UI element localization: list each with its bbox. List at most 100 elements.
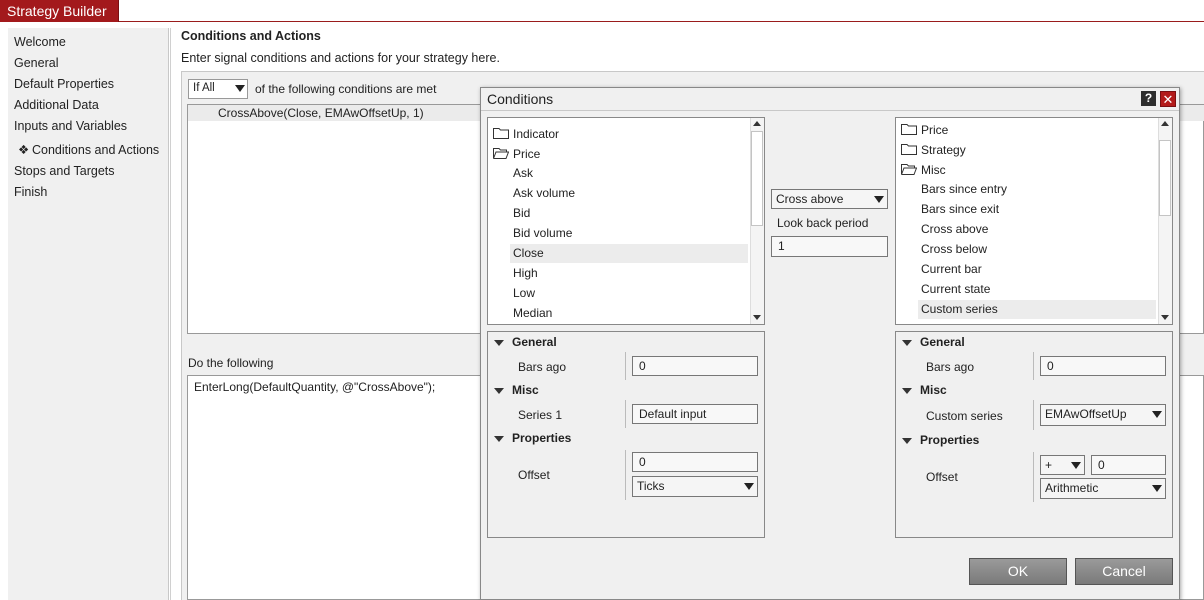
chevron-down-icon [744,483,754,490]
list-item-low[interactable]: Low [513,286,535,300]
offset-input[interactable]: 0 [632,452,758,472]
nav-item-finish[interactable]: Finish [14,185,47,199]
list-item-bars-since-exit[interactable]: Bars since exit [921,202,999,216]
scroll-up-icon[interactable] [753,121,761,126]
nav-item-inputs-and-variables[interactable]: Inputs and Variables [14,119,127,133]
list-item-high[interactable]: High [513,266,538,280]
collapse-triangle-icon[interactable] [494,340,504,346]
bars-ago-input[interactable]: 0 [632,356,758,376]
nav-item-additional-data[interactable]: Additional Data [14,98,99,112]
nav-item-label: Additional Data [14,98,99,112]
nav-item-label: Default Properties [14,77,115,91]
category-properties: Properties [512,431,572,445]
collapse-triangle-icon[interactable] [494,436,504,442]
offset-type-value: Arithmetic [1045,481,1099,495]
condition-row-text: CrossAbove(Close, EMAwOffsetUp, 1) [218,106,424,120]
list-item-strategy[interactable]: Strategy [901,143,966,157]
list-item-misc[interactable]: Misc [901,163,946,177]
bars-ago-input[interactable]: 0 [1040,356,1166,376]
offset-sign-select[interactable]: + [1040,455,1085,475]
list-item-close[interactable]: Close [513,246,544,260]
condition-mode-suffix: of the following conditions are met [255,82,437,96]
collapse-triangle-icon[interactable] [494,388,504,394]
scroll-down-icon[interactable] [1161,315,1169,320]
condition-mode-select[interactable]: If All [188,79,248,99]
nav-item-label: Inputs and Variables [14,119,128,133]
list-item-ask[interactable]: Ask [513,166,533,180]
offset-input[interactable]: 0 [1091,455,1166,475]
bars-ago-label: Bars ago [518,360,567,374]
offset-sign-value: + [1045,458,1053,472]
category-properties: Properties [920,433,980,447]
scroll-thumb[interactable] [751,131,763,226]
ok-button[interactable]: OK [969,558,1067,585]
property-divider [625,400,626,428]
collapse-triangle-icon[interactable] [902,438,912,444]
nav-item-default-properties[interactable]: Default Properties [14,77,114,91]
bars-ago-label: Bars ago [926,360,975,374]
list-item-label: Misc [921,163,946,177]
list-item-median[interactable]: Median [513,306,552,320]
list-item-price[interactable]: Price [493,147,540,161]
nav-divider [170,28,171,600]
list-item-price[interactable]: Price [901,123,948,137]
folder-icon [493,128,509,139]
nav-item-label: Welcome [14,35,66,49]
nav-item-stops-and-targets[interactable]: Stops and Targets [14,164,115,178]
chevron-down-icon [874,196,884,203]
list-item-ask-volume[interactable]: Ask volume [513,186,575,200]
list-item-cross-above[interactable]: Cross above [921,222,988,236]
condition-mode-value: If All [193,82,215,94]
list-item-bars-since-entry[interactable]: Bars since entry [921,182,1007,196]
list-item-bid[interactable]: Bid [513,206,530,220]
cancel-button[interactable]: Cancel [1075,558,1173,585]
nav-item-label: General [14,56,59,70]
action-row-text: EnterLong(DefaultQuantity, @"CrossAbove"… [194,380,436,394]
series-input[interactable]: Default input [632,404,758,424]
collapse-triangle-icon[interactable] [902,340,912,346]
nav-item-welcome[interactable]: Welcome [14,35,66,49]
operator-select[interactable]: Cross above [771,189,888,209]
app-title: Strategy Builder [7,3,107,19]
active-bullet-icon: ❖ [18,143,30,157]
property-divider [1033,352,1034,380]
category-misc: Misc [920,383,947,397]
list-item-current-state[interactable]: Current state [921,282,990,296]
list-item-label: Price [921,123,949,137]
custom-series-label: Custom series [926,409,1003,423]
nav-item-general[interactable]: General [14,56,58,70]
folder-open-icon [493,148,509,159]
chevron-down-icon [1152,485,1162,492]
nav-item-label: Finish [14,185,48,199]
offset-type-select[interactable]: Arithmetic [1040,478,1166,499]
scroll-thumb[interactable] [1159,140,1171,216]
help-icon[interactable]: ? [1141,91,1156,106]
property-divider [625,450,626,500]
category-general: General [512,335,557,349]
custom-series-select[interactable]: EMAwOffsetUp [1040,404,1166,426]
list-item-bid-volume[interactable]: Bid volume [513,226,572,240]
close-icon[interactable]: ✕ [1160,91,1176,107]
chevron-down-icon [235,85,245,92]
chevron-down-icon [1071,462,1081,469]
nav-item-label: Stops and Targets [14,164,115,178]
offset-label: Offset [926,470,958,484]
list-item-custom-series[interactable]: Custom series [921,302,998,316]
property-divider [1033,400,1034,430]
operator-value: Cross above [776,192,844,206]
list-item-indicator[interactable]: Indicator [493,127,559,141]
collapse-triangle-icon[interactable] [902,388,912,394]
page-description: Enter signal conditions and actions for … [181,51,500,65]
list-item-cross-below[interactable]: Cross below [921,242,987,256]
category-general: General [920,335,965,349]
scroll-up-icon[interactable] [1161,121,1169,126]
folder-icon [901,124,917,135]
scroll-down-icon[interactable] [753,315,761,320]
app-title-tab: Strategy Builder [0,0,119,22]
offset-type-value: Ticks [637,479,665,493]
dialog-title: Conditions [487,91,554,107]
offset-type-select[interactable]: Ticks [632,476,758,497]
lookback-input[interactable]: 1 [771,236,888,257]
nav-item-conditions-and-actions[interactable]: ❖ Conditions and Actions [18,142,159,157]
list-item-current-bar[interactable]: Current bar [921,262,982,276]
